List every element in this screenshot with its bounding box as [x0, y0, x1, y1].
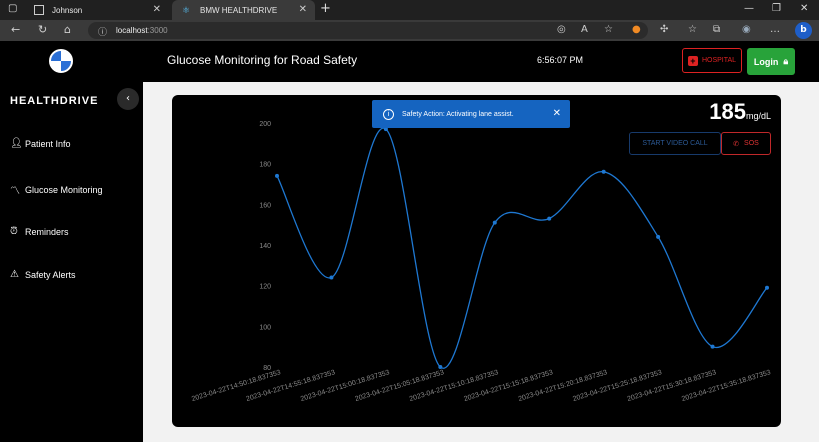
more-options-icon[interactable]: …: [770, 24, 780, 35]
data-point[interactable]: [601, 169, 606, 174]
login-button[interactable]: Login 🔒︎: [747, 48, 795, 75]
safety-toast: i Safety Action: Activating lane assist.…: [372, 100, 570, 128]
location-icon[interactable]: ◎: [557, 24, 566, 35]
brand-title: HEALTHDRIVE: [10, 95, 99, 107]
data-point[interactable]: [656, 234, 661, 239]
new-tab-icon[interactable]: +: [320, 1, 331, 16]
x-tick-label: 2023-04-22T14:55:18.837353: [245, 369, 336, 403]
sidebar-item-safety-alerts[interactable]: ⚠ Safety Alerts: [10, 269, 76, 280]
close-icon[interactable]: ✕: [553, 108, 561, 119]
profile-avatar-icon[interactable]: ◉: [742, 24, 751, 35]
y-tick-label: 80: [263, 365, 271, 372]
glucose-chart-card: 80 100 120 140 160 180 200 2023-04-22T14:50:18.…: [172, 95, 781, 427]
close-window-icon[interactable]: ✕: [800, 3, 808, 14]
x-tick-label: 2023-04-22T14:50:18.837353: [191, 369, 282, 403]
y-tick-label: 180: [259, 162, 271, 169]
extensions-icon[interactable]: ✣: [660, 24, 668, 35]
back-icon[interactable]: ←: [11, 23, 20, 36]
x-tick-label: 2023-04-22T15:10:18.837353: [409, 369, 500, 403]
glucose-series-line: [276, 127, 768, 369]
data-point[interactable]: [329, 275, 334, 280]
medical-cross-icon: +: [687, 55, 698, 66]
y-tick-label: 100: [259, 324, 271, 331]
sos-label: SOS: [744, 140, 759, 147]
browser-tab-active[interactable]: ⚛ BMW HEALTHDRIVE ✕: [172, 0, 315, 20]
start-video-call-button[interactable]: START VIDEO CALL: [629, 132, 721, 155]
url-port: :3000: [147, 26, 168, 35]
window-menu-icon[interactable]: ▢: [8, 3, 17, 14]
y-tick-label: 140: [259, 243, 271, 250]
maximize-icon[interactable]: ❐: [772, 3, 781, 14]
browser-tab[interactable]: Johnson ✕: [24, 0, 169, 20]
lock-icon: 🔒︎: [783, 56, 789, 66]
app-root: Glucose Monitoring for Road Safety 6:56:…: [0, 41, 819, 442]
y-tick-label: 200: [259, 121, 271, 128]
hospital-label: HOSPITAL: [701, 57, 737, 64]
browser-tab-bar: ▢ Johnson ✕ ⚛ BMW HEALTHDRIVE ✕ + — ❐ ✕: [0, 0, 819, 20]
glucose-reading: 185mg/dL: [709, 99, 771, 125]
data-point[interactable]: [710, 344, 715, 349]
tab-label: BMW HEALTHDRIVE: [200, 5, 278, 15]
sidebar-item-reminders[interactable]: ⏰︎ Reminders: [10, 226, 69, 237]
tab-label: Johnson: [52, 5, 83, 15]
warning-icon: ⚠: [10, 269, 19, 280]
bmw-logo-icon: [49, 49, 73, 73]
data-point[interactable]: [438, 365, 443, 369]
address-bar: ← ↻ ⌂ ⓘ localhost:3000 ◎ A ☆ ● ✣ ☆ ⧉ ◉ ……: [0, 20, 819, 41]
toast-message: Safety Action: Activating lane assist.: [402, 110, 514, 118]
y-tick-label: 120: [259, 284, 271, 291]
sidebar: HEALTHDRIVE ‹ 👤︎ Patient Info 〽 Glucose …: [0, 82, 143, 442]
sidebar-item-patient-info[interactable]: 👤︎ Patient Info: [10, 138, 71, 149]
alarm-icon: ⏰︎: [10, 226, 18, 237]
url-host: localhost: [116, 26, 148, 35]
sidebar-item-glucose-monitoring[interactable]: 〽 Glucose Monitoring: [10, 182, 103, 198]
hospital-button[interactable]: + HOSPITAL: [682, 48, 742, 73]
sidebar-item-label: Reminders: [25, 226, 69, 237]
favorites-icon[interactable]: ☆: [688, 24, 697, 35]
data-point[interactable]: [275, 173, 279, 178]
login-label: Login: [753, 56, 779, 67]
info-icon: i: [383, 108, 394, 120]
app-header: Glucose Monitoring for Road Safety 6:56:…: [0, 41, 819, 82]
extension-icon[interactable]: ●: [632, 24, 641, 35]
sidebar-item-label: Glucose Monitoring: [25, 184, 103, 195]
x-tick-label: 2023-04-22T15:25:18.837353: [572, 369, 663, 403]
page-icon: [34, 5, 44, 15]
read-aloud-icon[interactable]: A: [581, 24, 588, 35]
bing-chat-icon[interactable]: b: [795, 22, 812, 39]
close-icon[interactable]: ✕: [299, 4, 307, 15]
x-tick-label: 2023-04-22T15:15:18.837353: [463, 369, 554, 403]
phone-icon: ✆: [733, 140, 740, 148]
info-icon[interactable]: ⓘ: [98, 25, 107, 38]
chevron-left-icon: ‹: [126, 93, 130, 104]
reading-value: 185: [709, 99, 746, 124]
person-icon: 👤︎: [10, 138, 23, 149]
sos-button[interactable]: ✆ SOS: [721, 132, 771, 155]
x-tick-label: 2023-04-22T15:35:18.837353: [681, 369, 772, 403]
x-tick-label: 2023-04-22T15:30:18.837353: [627, 369, 718, 403]
x-tick-label: 2023-04-22T15:05:18.837353: [354, 369, 445, 403]
home-icon[interactable]: ⌂: [64, 23, 71, 36]
favorite-star-icon[interactable]: ☆: [604, 24, 613, 35]
data-point[interactable]: [547, 216, 552, 221]
data-point[interactable]: [492, 220, 497, 225]
minimize-icon[interactable]: —: [744, 3, 754, 14]
collections-icon[interactable]: ⧉: [713, 24, 720, 35]
x-tick-label: 2023-04-22T15:00:18.837353: [300, 369, 391, 403]
collapse-sidebar-button[interactable]: ‹: [117, 88, 139, 110]
reading-unit: mg/dL: [745, 111, 771, 121]
sidebar-item-label: Safety Alerts: [25, 269, 76, 280]
sidebar-item-label: Patient Info: [25, 138, 71, 149]
close-icon[interactable]: ✕: [153, 4, 161, 15]
clock: 6:56:07 PM: [537, 55, 584, 65]
page-title: Glucose Monitoring for Road Safety: [167, 53, 358, 67]
y-tick-label: 160: [259, 202, 271, 209]
refresh-icon[interactable]: ↻: [38, 23, 47, 36]
trend-icon: 〽: [10, 186, 20, 197]
data-point[interactable]: [765, 285, 769, 290]
x-tick-label: 2023-04-22T15:20:18.837353: [518, 369, 609, 403]
react-icon: ⚛: [182, 5, 191, 15]
